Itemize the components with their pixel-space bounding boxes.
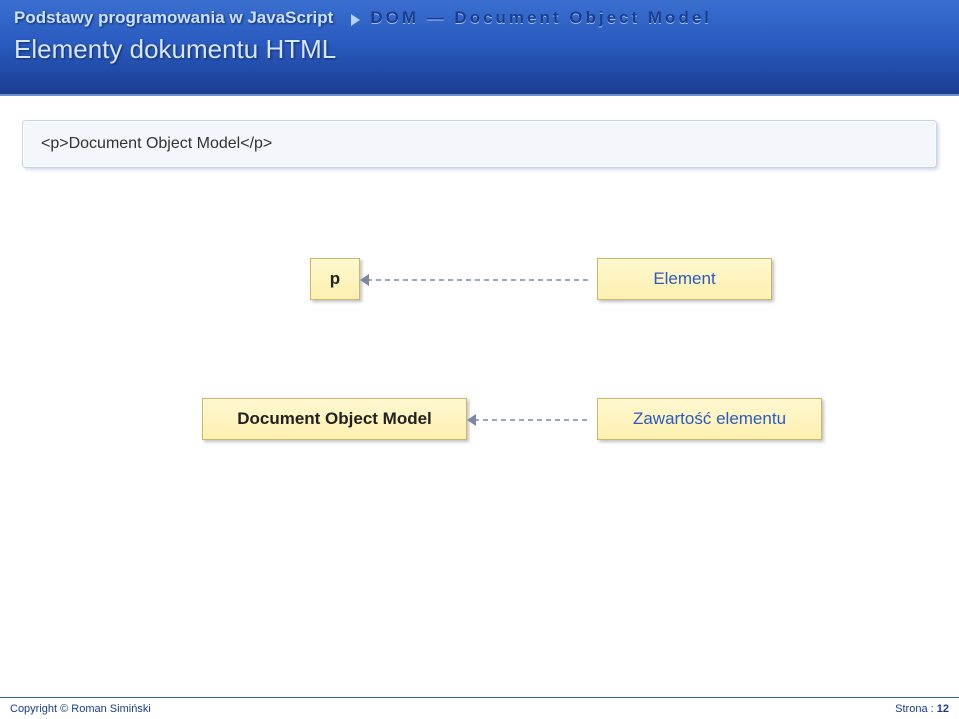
copyright-text: Copyright © Roman Simiński [10, 703, 151, 715]
slide-content: <p>Document Object Model</p> p Element D… [0, 96, 959, 542]
arrowhead-left-icon [360, 274, 369, 286]
page-indicator: Strona : 12 [895, 703, 949, 715]
diagram-node-dom: Document Object Model [202, 398, 467, 440]
diagram-node-element: Element [597, 258, 772, 300]
diagram-node-p: p [310, 258, 360, 300]
topic-title: DOM — Document Object Model [370, 8, 712, 28]
header-top-row: Podstawy programowania w JavaScript DOM … [0, 0, 959, 28]
slide-footer: Copyright © Roman Simiński Strona : 12 [0, 697, 959, 719]
slide-subtitle: Elementy dokumentu HTML [0, 28, 959, 65]
page-label: Strona : [895, 703, 934, 715]
diagram-node-content: Zawartość elementu [597, 398, 822, 440]
code-example-box: <p>Document Object Model</p> [22, 120, 937, 168]
connector-line-top [367, 279, 591, 281]
arrowhead-left-icon [467, 414, 476, 426]
breadcrumb-arrow-icon [351, 14, 360, 26]
slide-header: Podstawy programowania w JavaScript DOM … [0, 0, 959, 96]
connector-line-bottom [474, 419, 591, 421]
dom-diagram: p Element Document Object Model Zawartoś… [22, 258, 937, 518]
header-divider [0, 94, 959, 96]
course-title: Podstawy programowania w JavaScript [14, 8, 333, 28]
page-number: 12 [937, 703, 949, 715]
